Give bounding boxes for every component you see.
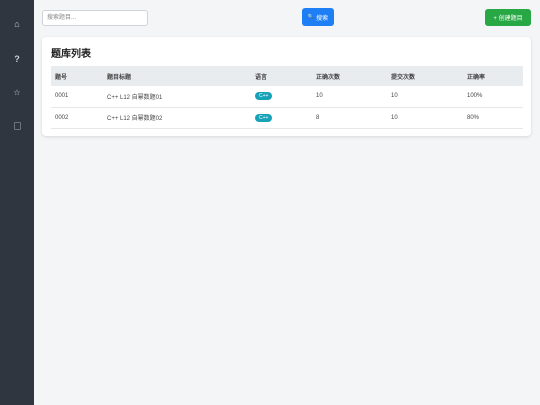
square-icon[interactable] [0, 121, 34, 133]
header-submit-count[interactable]: 提交次数 [387, 66, 463, 86]
cell-correct: 10 [316, 93, 323, 100]
help-icon[interactable]: ? [0, 53, 34, 65]
cell-id: 0001 [55, 93, 69, 100]
home-icon[interactable]: ⌂ [0, 18, 34, 30]
create-question-button[interactable]: + 创建题目 [485, 9, 531, 26]
search-icon: 🔍 [307, 14, 315, 20]
header-id[interactable]: 题号 [51, 66, 103, 86]
header-correct-count[interactable]: 正确次数 [312, 66, 387, 86]
star-icon[interactable]: ☆ [0, 87, 34, 99]
search-button[interactable]: 🔍 搜索 [302, 8, 334, 26]
page-title: 题库列表 [51, 49, 91, 60]
table-header-row: 题号 题目标题 语言 正确次数 提交次数 正确率 [51, 66, 523, 86]
header-title[interactable]: 题目标题 [103, 66, 251, 86]
cell-rate: 80% [467, 114, 480, 121]
cell-submitted: 10 [391, 93, 398, 100]
table-row[interactable]: 0002 C++ L12 自幂数题02 C++ 8 10 80% [51, 107, 523, 128]
cell-title[interactable]: C++ L12 自幂数题01 [103, 86, 251, 107]
header-accuracy[interactable]: 正确率 [463, 66, 523, 86]
search-input[interactable] [42, 10, 148, 26]
question-table: 题号 题目标题 语言 正确次数 提交次数 正确率 0001 C++ L12 自幂… [51, 66, 523, 129]
cell-submitted: 10 [391, 114, 398, 121]
language-badge: C++ [255, 113, 273, 122]
cell-title[interactable]: C++ L12 自幂数题02 [103, 107, 251, 128]
cell-language: C++ [251, 107, 312, 128]
language-badge: C++ [255, 92, 273, 101]
table-row[interactable]: 0001 C++ L12 自幂数题01 C++ 10 10 100% [51, 86, 523, 107]
cell-correct: 8 [316, 114, 320, 121]
search-button-label: 搜索 [316, 15, 329, 22]
cell-id: 0002 [55, 114, 69, 121]
question-list-card: 题库列表 题号 题目标题 语言 正确次数 提交次数 正确率 0001 C++ L… [42, 37, 531, 136]
sidebar: ⌂ ? ☆ [0, 0, 34, 405]
cell-language: C++ [251, 86, 312, 107]
header-language[interactable]: 语言 [251, 66, 312, 86]
cell-rate: 100% [467, 93, 483, 100]
